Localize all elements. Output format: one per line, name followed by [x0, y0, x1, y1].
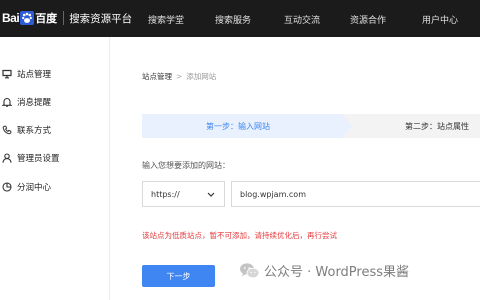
baidu-paw-icon [20, 11, 35, 25]
platform-title: 搜索资源平台 [69, 12, 133, 25]
site-url-input[interactable] [231, 181, 480, 207]
chevron-down-icon [207, 192, 215, 197]
step-one-label: 第一步：输入网站 [206, 122, 270, 131]
sidebar-item-label: 消息提醒 [17, 98, 52, 108]
error-message: 该站点为低质站点，暂不可添加，请持续优化后，再行尝试 [142, 231, 337, 240]
breadcrumb-separator: > [176, 72, 183, 81]
sidebar-item-revenue[interactable]: 分润中心 [0, 180, 51, 194]
nav-community[interactable]: 互动交流 [284, 13, 320, 26]
contact-icon [2, 125, 12, 135]
logo-divider [63, 11, 65, 25]
bell-icon [2, 98, 12, 107]
site-input-prompt: 输入您想要添加的网站： [142, 161, 230, 170]
protocol-select-value: https:// [151, 190, 180, 199]
breadcrumb-site-manage[interactable]: 站点管理 [142, 72, 172, 81]
nav-search-academy[interactable]: 搜索学堂 [148, 13, 184, 26]
sidebar-item-admin[interactable]: 管理员设置 [0, 151, 60, 165]
site-manage-icon [2, 69, 12, 79]
logo-bai-text: Bai [2, 11, 20, 25]
sidebar-item-site-manage[interactable]: 站点管理 [0, 67, 51, 81]
next-step-button[interactable]: 下一步 [142, 265, 215, 287]
share-revenue-icon [2, 182, 12, 192]
sidebar: 站点管理 消息提醒 联系方式 管理员设置 分润中心 [0, 37, 110, 300]
sidebar-item-label: 管理员设置 [17, 154, 60, 164]
sidebar-item-label: 站点管理 [17, 70, 52, 80]
nav-cooperation[interactable]: 资源合作 [350, 13, 386, 26]
sidebar-item-contact[interactable]: 联系方式 [0, 123, 51, 137]
nav-user-center[interactable]: 用户中心 [422, 13, 458, 26]
admin-icon [2, 153, 12, 163]
step-two-label: 第二步：站点属性 [405, 122, 469, 131]
sidebar-item-label: 分润中心 [17, 183, 52, 193]
sidebar-item-messages[interactable]: 消息提醒 [0, 95, 51, 109]
watermark-text: 公众号 · WordPress果酱 [264, 265, 410, 280]
nav-search-service[interactable]: 搜索服务 [215, 13, 251, 26]
top-navigation-bar: Bai 百度 搜索资源平台 搜索学堂 搜索服务 互动交流 资源合作 用户中心 [0, 0, 480, 37]
wechat-icon [240, 262, 260, 278]
logo-baidu-text: 百度 [35, 12, 58, 25]
wechat-watermark: 公众号 · WordPress果酱 [239, 261, 409, 280]
breadcrumb: 站点管理 > 添加网站 [142, 71, 216, 82]
step-indicator: 第一步：输入网站 第二步：站点属性 [142, 114, 480, 138]
sidebar-item-label: 联系方式 [17, 126, 52, 136]
protocol-select[interactable]: https:// [142, 181, 225, 207]
breadcrumb-current: 添加网站 [186, 72, 217, 81]
baidu-logo[interactable]: Bai 百度 搜索资源平台 [2, 10, 132, 26]
